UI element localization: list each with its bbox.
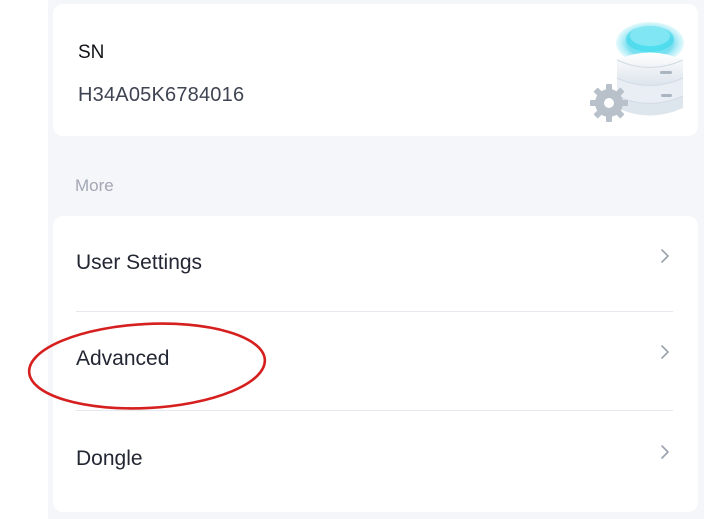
chevron-right-icon [661, 249, 669, 263]
user-settings-label: User Settings [76, 251, 203, 274]
advanced-menu-item[interactable]: Advanced [53, 312, 698, 408]
more-section-heading: More [75, 176, 114, 195]
chevron-right-icon [661, 445, 669, 459]
serial-number-label: SN [78, 42, 105, 63]
more-panel: SN H34A05K6784016 More User Settings Adv… [48, 0, 704, 519]
dongle-label: Dongle [76, 447, 143, 470]
chevron-right-icon [661, 345, 669, 359]
menu-divider [76, 410, 673, 411]
device-info-card: SN H34A05K6784016 [53, 4, 698, 136]
serial-number-value: H34A05K6784016 [78, 84, 245, 106]
user-settings-menu-item[interactable]: User Settings [53, 216, 698, 312]
advanced-label: Advanced [76, 347, 170, 370]
more-menu-card: User Settings Advanced Dongle [53, 216, 698, 512]
dongle-menu-item[interactable]: Dongle [53, 412, 698, 508]
device-stack-gear-icon [590, 22, 684, 122]
